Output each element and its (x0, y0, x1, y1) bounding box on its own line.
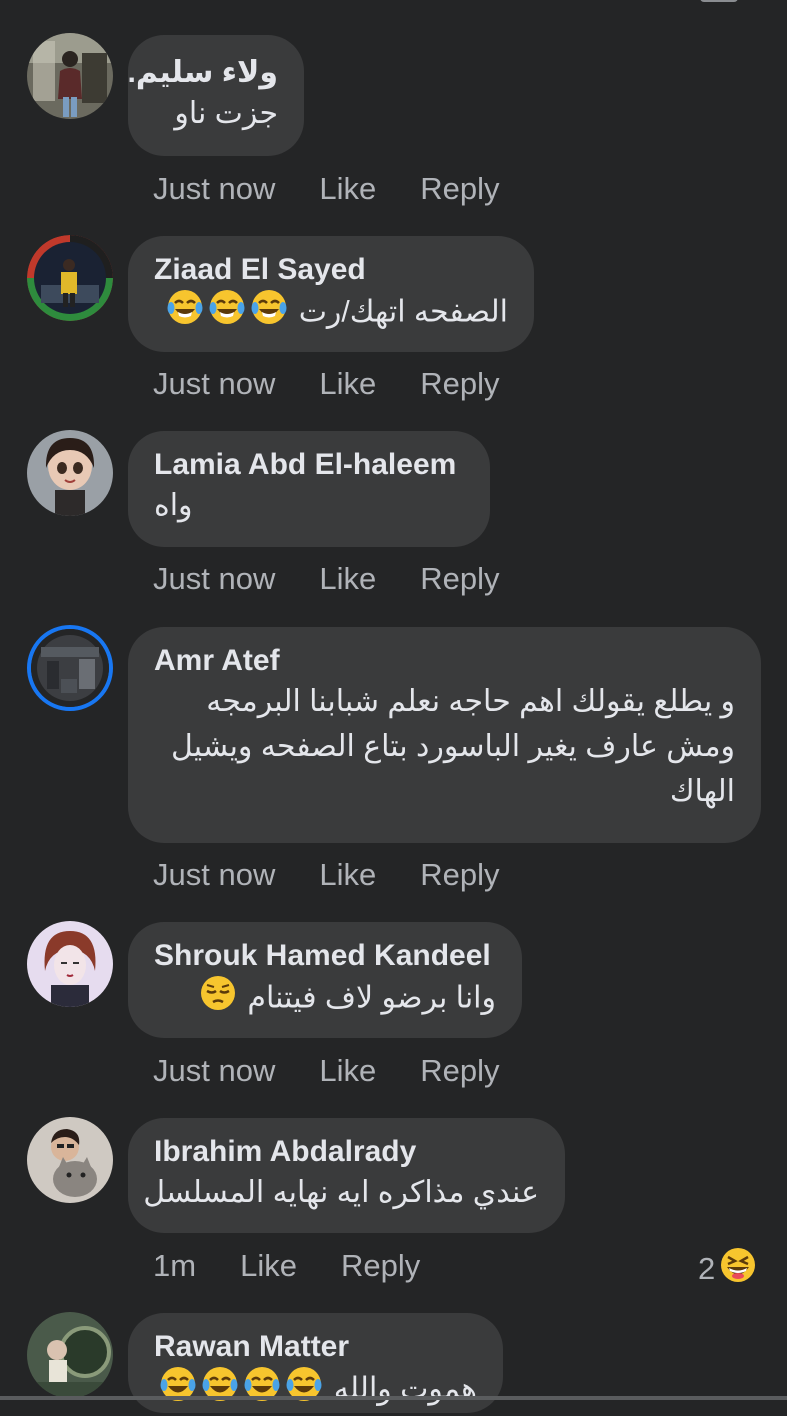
comment-actions: Just now Like Reply (153, 171, 499, 207)
comment-author[interactable]: Ziaad El Sayed (154, 252, 508, 288)
comment-text-line: الهاك (669, 775, 735, 808)
comment-timestamp[interactable]: 1m (153, 1248, 196, 1284)
face-with-tears-of-joy-icon (285, 1365, 323, 1416)
avatar[interactable] (27, 430, 113, 516)
comment-bubble: Shrouk Hamed Kandeel وانا برضو لاف فيتنا… (128, 922, 522, 1038)
reaction-summary[interactable]: 2 (698, 1246, 757, 1292)
face-with-tears-of-joy-icon (250, 288, 288, 339)
reply-button[interactable]: Reply (420, 857, 499, 893)
divider (0, 1396, 787, 1400)
comment-actions: Just now Like Reply (153, 1053, 499, 1089)
comment-text: جزت ناو (174, 97, 278, 130)
face-with-tears-of-joy-icon (243, 1365, 281, 1416)
like-button[interactable]: Like (319, 561, 376, 597)
comment-bubble: ولاء سليم. جزت ناو (127, 35, 304, 156)
reply-button[interactable]: Reply (341, 1248, 420, 1284)
comment-actions: Just now Like Reply (153, 561, 499, 597)
comment-timestamp[interactable]: Just now (153, 561, 275, 597)
comment-actions: 1m Like Reply (153, 1248, 420, 1284)
comment-bubble: Amr Atef و يطلع يقولك اهم حاجه نعلم شباب… (128, 627, 761, 843)
comment-text-body: هموت والله (333, 1372, 477, 1406)
avatar[interactable] (27, 1117, 113, 1203)
like-button[interactable]: Like (319, 366, 376, 402)
comment-text-body: الصفحه اتهك/رت (298, 295, 508, 329)
comment-author[interactable]: Rawan Matter (154, 1329, 477, 1365)
comment-text-body: واه (154, 489, 193, 522)
comment-bubble: Ibrahim Abdalrady عندي مذاكره ايه نهايه … (128, 1118, 565, 1233)
like-button[interactable]: Like (319, 857, 376, 893)
comment-author[interactable]: Amr Atef (154, 643, 735, 679)
avatar[interactable] (27, 625, 113, 711)
like-button[interactable]: Like (240, 1248, 297, 1284)
comment-text-body: وانا برضو لاف فيتنام (247, 981, 496, 1015)
comment-author[interactable]: ولاء سليم. (127, 55, 278, 91)
menu-icon-partial (700, 0, 738, 2)
comment-text-line: و يطلع يقولك اهم حاجه نعلم شبابنا البرمج… (206, 685, 735, 718)
reaction-count: 2 (698, 1251, 716, 1286)
avatar[interactable] (27, 235, 113, 321)
comment-author[interactable]: Lamia Abd El-haleem (154, 447, 464, 483)
face-with-tears-of-joy-icon (166, 288, 204, 339)
comment-text-line: ومش عارف يغير الباسورد بتاع الصفحه ويشيل (171, 730, 735, 763)
comment-author[interactable]: Ibrahim Abdalrady (154, 1134, 539, 1170)
grinning-squinting-face-icon (719, 1246, 757, 1292)
comment-timestamp[interactable]: Just now (153, 1053, 275, 1089)
comment-bubble: Ziaad El Sayed الصفحه اتهك/رت (128, 236, 534, 352)
face-with-tears-of-joy-icon (159, 1365, 197, 1416)
avatar[interactable] (27, 1312, 113, 1398)
comment-text: هموت والله (154, 1365, 477, 1416)
face-with-tears-of-joy-icon (201, 1365, 239, 1416)
reply-button[interactable]: Reply (420, 171, 499, 207)
comment-author[interactable]: Shrouk Hamed Kandeel (154, 938, 496, 974)
reply-button[interactable]: Reply (420, 561, 499, 597)
comment-text: وانا برضو لاف فيتنام (154, 974, 496, 1025)
avatar[interactable] (27, 33, 113, 119)
comment-actions: Just now Like Reply (153, 366, 499, 402)
like-button[interactable]: Like (319, 1053, 376, 1089)
comment-text: واه (154, 483, 193, 528)
reply-button[interactable]: Reply (420, 366, 499, 402)
comment-text: عندي مذاكره ايه نهايه المسلسل (143, 1176, 539, 1209)
comment-text: الصفحه اتهك/رت (154, 288, 508, 339)
comment-timestamp[interactable]: Just now (153, 857, 275, 893)
comment-timestamp[interactable]: Just now (153, 366, 275, 402)
reply-button[interactable]: Reply (420, 1053, 499, 1089)
avatar[interactable] (27, 921, 113, 1007)
pensive-face-icon (199, 974, 237, 1025)
face-with-tears-of-joy-icon (208, 288, 246, 339)
comment-bubble: Lamia Abd El-haleem واه (128, 431, 490, 547)
like-button[interactable]: Like (319, 171, 376, 207)
comment-timestamp[interactable]: Just now (153, 171, 275, 207)
comment-actions: Just now Like Reply (153, 857, 499, 893)
